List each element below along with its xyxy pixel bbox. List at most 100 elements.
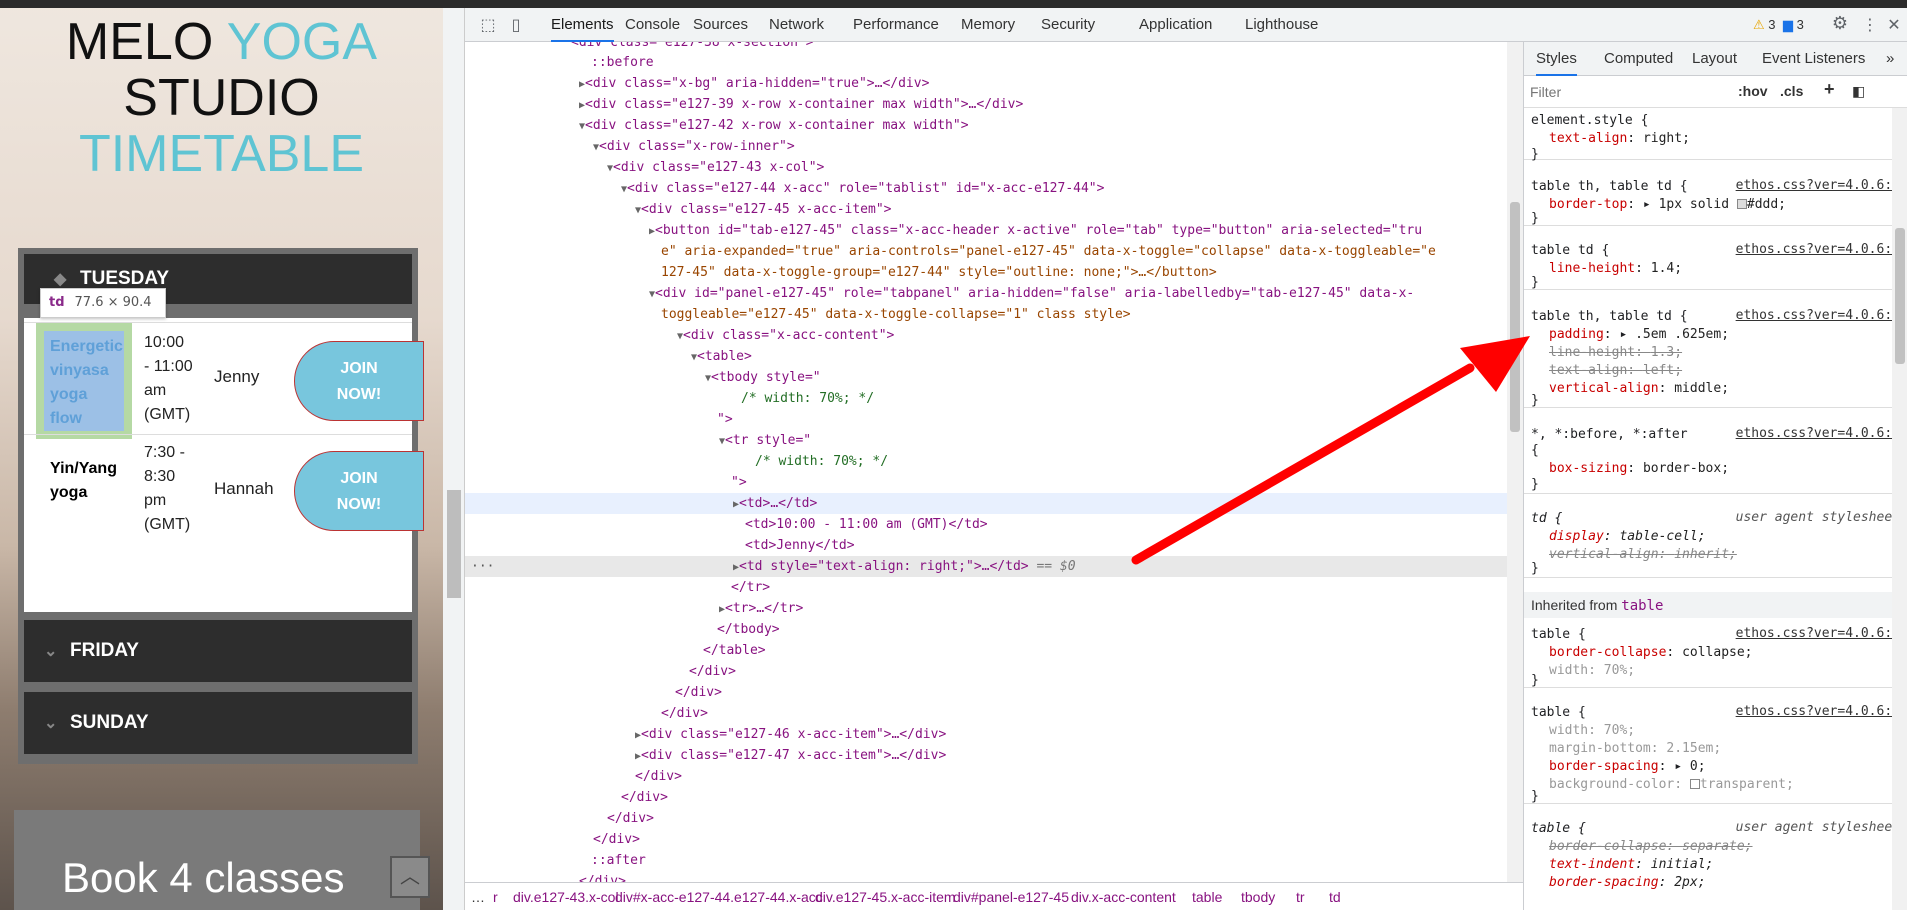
breadcrumb-item[interactable]: div.e127-45.x-acc-item bbox=[815, 889, 956, 905]
rule-declaration-inactive[interactable]: width: 70%; bbox=[1531, 722, 1901, 740]
timetable-accordion: ◆ TUESDAY Energetic vinyasa yoga flow 10:00-… bbox=[18, 248, 424, 764]
tab-performance[interactable]: Performance bbox=[853, 8, 939, 42]
new-rule-icon[interactable]: + bbox=[1824, 79, 1835, 100]
rule-source-link[interactable]: ethos.css?ver=4.0.6:1 bbox=[1736, 308, 1900, 323]
style-rule: *, *:before, *:after ethos.css?ver=4.0.6… bbox=[1524, 422, 1907, 494]
dom-node: </div> bbox=[689, 664, 736, 679]
breadcrumb-item[interactable]: tr bbox=[1296, 889, 1305, 905]
panel-resize-divider[interactable] bbox=[443, 8, 465, 910]
dom-node[interactable]: ▼<div class="e127-43 x-col"> bbox=[465, 157, 1523, 178]
dom-node[interactable]: ▶<button id="tab-e127-45" class="x-acc-h… bbox=[465, 220, 1523, 241]
styles-filter-input[interactable] bbox=[1530, 81, 1720, 103]
close-icon[interactable]: ✕ bbox=[1885, 16, 1903, 34]
rule-source-link[interactable]: ethos.css?ver=4.0.6:1 bbox=[1736, 242, 1900, 257]
tab-security[interactable]: Security bbox=[1041, 8, 1095, 42]
breadcrumb-more-icon[interactable]: … bbox=[471, 889, 485, 905]
breadcrumb-item[interactable]: div#panel-e127-45 bbox=[953, 889, 1069, 905]
rule-source-link[interactable]: ethos.css?ver=4.0.6:1 bbox=[1736, 626, 1900, 641]
breadcrumb-item[interactable]: table bbox=[1192, 889, 1222, 905]
dom-node: </table> bbox=[703, 643, 766, 658]
rule-declaration[interactable]: border-collapse: collapse; bbox=[1531, 644, 1901, 662]
dom-node[interactable]: ▶<div class="e127-47 x-acc-item">…</div> bbox=[465, 745, 1523, 766]
tab-computed[interactable]: Computed bbox=[1604, 42, 1673, 76]
rule-declaration-inactive[interactable]: margin-bottom: 2.15em; bbox=[1531, 740, 1901, 758]
rule-declaration[interactable]: border-spacing: ▸ 0; bbox=[1531, 758, 1901, 776]
dom-node[interactable]: ▼<tr style=" bbox=[465, 430, 1523, 451]
dom-node-td-hovered[interactable]: ▶<td>…</td> bbox=[465, 493, 1523, 514]
tab-memory[interactable]: Memory bbox=[961, 8, 1015, 42]
time-cell: 7:30 -8:30 pm (GMT) bbox=[144, 444, 191, 533]
dom-node[interactable]: ::before bbox=[465, 52, 1523, 73]
messages-badge[interactable]: ▆ 3 bbox=[1783, 17, 1804, 33]
inspect-element-icon[interactable]: ⬚ bbox=[479, 16, 497, 34]
dom-node[interactable]: ▶<div class="e127-39 x-row x-container m… bbox=[465, 94, 1523, 115]
tab-elements[interactable]: Elements bbox=[551, 8, 614, 42]
tab-layout[interactable]: Layout bbox=[1692, 42, 1737, 76]
dom-node[interactable]: ▼<div class="x-row-inner"> bbox=[465, 136, 1523, 157]
color-swatch[interactable] bbox=[1736, 199, 1747, 209]
dom-node[interactable]: <td>Jenny</td> bbox=[465, 535, 1523, 556]
dom-node[interactable]: ▶<div class="x-bg" aria-hidden="true">…<… bbox=[465, 73, 1523, 94]
elements-scroll-thumb[interactable] bbox=[1510, 202, 1520, 432]
rule-selector: element.style { bbox=[1531, 113, 1649, 128]
dom-node[interactable]: ▶<div class="e127-46 x-acc-item">…</div> bbox=[465, 724, 1523, 745]
more-options-icon[interactable]: ⋮ bbox=[1861, 16, 1879, 34]
breadcrumb-item[interactable]: div.x-acc-content bbox=[1071, 889, 1176, 905]
node-actions-icon[interactable]: ··· bbox=[471, 556, 494, 577]
accordion-tuesday-label: TUESDAY bbox=[80, 268, 170, 289]
styles-tabs: Styles Computed Layout Event Listeners » bbox=[1524, 42, 1907, 76]
toggle-sidebar-icon[interactable]: ◧ bbox=[1852, 83, 1865, 100]
tab-sources[interactable]: Sources bbox=[693, 8, 748, 42]
tab-styles[interactable]: Styles bbox=[1536, 42, 1577, 76]
device-toolbar-icon[interactable]: ▯ bbox=[507, 16, 525, 34]
gear-icon[interactable]: ⚙ bbox=[1831, 15, 1849, 33]
breadcrumb-item[interactable]: div.e127-43.x-col bbox=[513, 889, 619, 905]
join-now-button[interactable]: JOIN NOW! bbox=[294, 341, 424, 421]
rule-declaration: text-indent: initial; bbox=[1549, 857, 1714, 872]
accordion-friday[interactable]: ⌄ FRIDAY bbox=[24, 620, 412, 682]
tab-network[interactable]: Network bbox=[769, 8, 824, 42]
cls-toggle[interactable]: .cls bbox=[1780, 83, 1803, 99]
dom-node: </div> bbox=[579, 874, 626, 882]
hov-toggle[interactable]: :hov bbox=[1738, 83, 1768, 99]
rule-source-link[interactable]: ethos.css?ver=4.0.6:1 bbox=[1736, 426, 1900, 441]
tooltip-size: 77.6 × 90.4 bbox=[74, 295, 152, 310]
tab-event-listeners[interactable]: Event Listeners bbox=[1762, 42, 1865, 76]
dom-node[interactable]: <td>10:00 - 11:00 am (GMT)</td> bbox=[465, 514, 1523, 535]
dom-node[interactable]: ▼<div class="x-acc-content"> bbox=[465, 325, 1523, 346]
join-now-button[interactable]: JOIN NOW! bbox=[294, 451, 424, 531]
dom-node[interactable]: ▼<tbody style=" bbox=[465, 367, 1523, 388]
more-tabs-icon[interactable]: » bbox=[1886, 42, 1894, 76]
tab-console[interactable]: Console bbox=[625, 8, 680, 42]
warnings-badge[interactable]: ⚠ 3 bbox=[1753, 17, 1776, 33]
styles-scroll-thumb[interactable] bbox=[1895, 228, 1905, 364]
dom-node[interactable]: ▼<div id="panel-e127-45" role="tabpanel"… bbox=[465, 283, 1523, 304]
dom-node: </div> bbox=[675, 685, 722, 700]
scroll-to-top-button[interactable]: ︿ bbox=[390, 856, 430, 898]
inherited-tag-link[interactable]: table bbox=[1621, 598, 1663, 614]
breadcrumb-item[interactable]: r bbox=[493, 889, 498, 905]
dom-node[interactable]: ▼<div class="e127-44 x-acc" role="tablis… bbox=[465, 178, 1523, 199]
styles-scrollbar[interactable] bbox=[1892, 108, 1907, 910]
rule-source-link[interactable]: ethos.css?ver=4.0.6:1 bbox=[1736, 704, 1900, 719]
tab-application[interactable]: Application bbox=[1139, 8, 1212, 42]
rule-close: } bbox=[1531, 147, 1539, 162]
accordion-sunday[interactable]: ⌄ SUNDAY bbox=[24, 692, 412, 754]
rule-source-link[interactable]: ethos.css?ver=4.0.6:1 bbox=[1736, 178, 1900, 193]
dom-node[interactable]: ▼<table> bbox=[465, 346, 1523, 367]
elements-scrollbar[interactable] bbox=[1507, 42, 1523, 882]
breadcrumb-item[interactable]: tbody bbox=[1241, 889, 1275, 905]
dom-node[interactable]: ▼<div class="e127-42 x-row x-container m… bbox=[465, 115, 1523, 136]
divider-thumb[interactable] bbox=[447, 490, 461, 598]
rule-declaration[interactable]: padding: ▸ .5em .625em; bbox=[1531, 326, 1901, 344]
dom-node[interactable]: ▶<tr>…</tr> bbox=[465, 598, 1523, 619]
dom-node[interactable]: ▼<div class="e127-45 x-acc-item"> bbox=[465, 199, 1523, 220]
tab-lighthouse[interactable]: Lighthouse bbox=[1245, 8, 1318, 42]
dom-node-selected[interactable]: ··· ▶<td style="text-align: right;">…</td… bbox=[465, 556, 1523, 577]
title-yoga: YOGA bbox=[226, 13, 378, 71]
rule-declaration-overridden[interactable]: line-height: 1.3; bbox=[1531, 344, 1901, 362]
breadcrumb-item-active[interactable]: td bbox=[1329, 889, 1341, 905]
elements-dom-tree: <div class="e127-38 x-section"> ::before… bbox=[465, 42, 1523, 882]
breadcrumb-item[interactable]: div#x-acc-e127-44.e127-44.x-acc bbox=[615, 889, 823, 905]
rule-declaration-overridden[interactable]: text-align: left; bbox=[1531, 362, 1901, 380]
